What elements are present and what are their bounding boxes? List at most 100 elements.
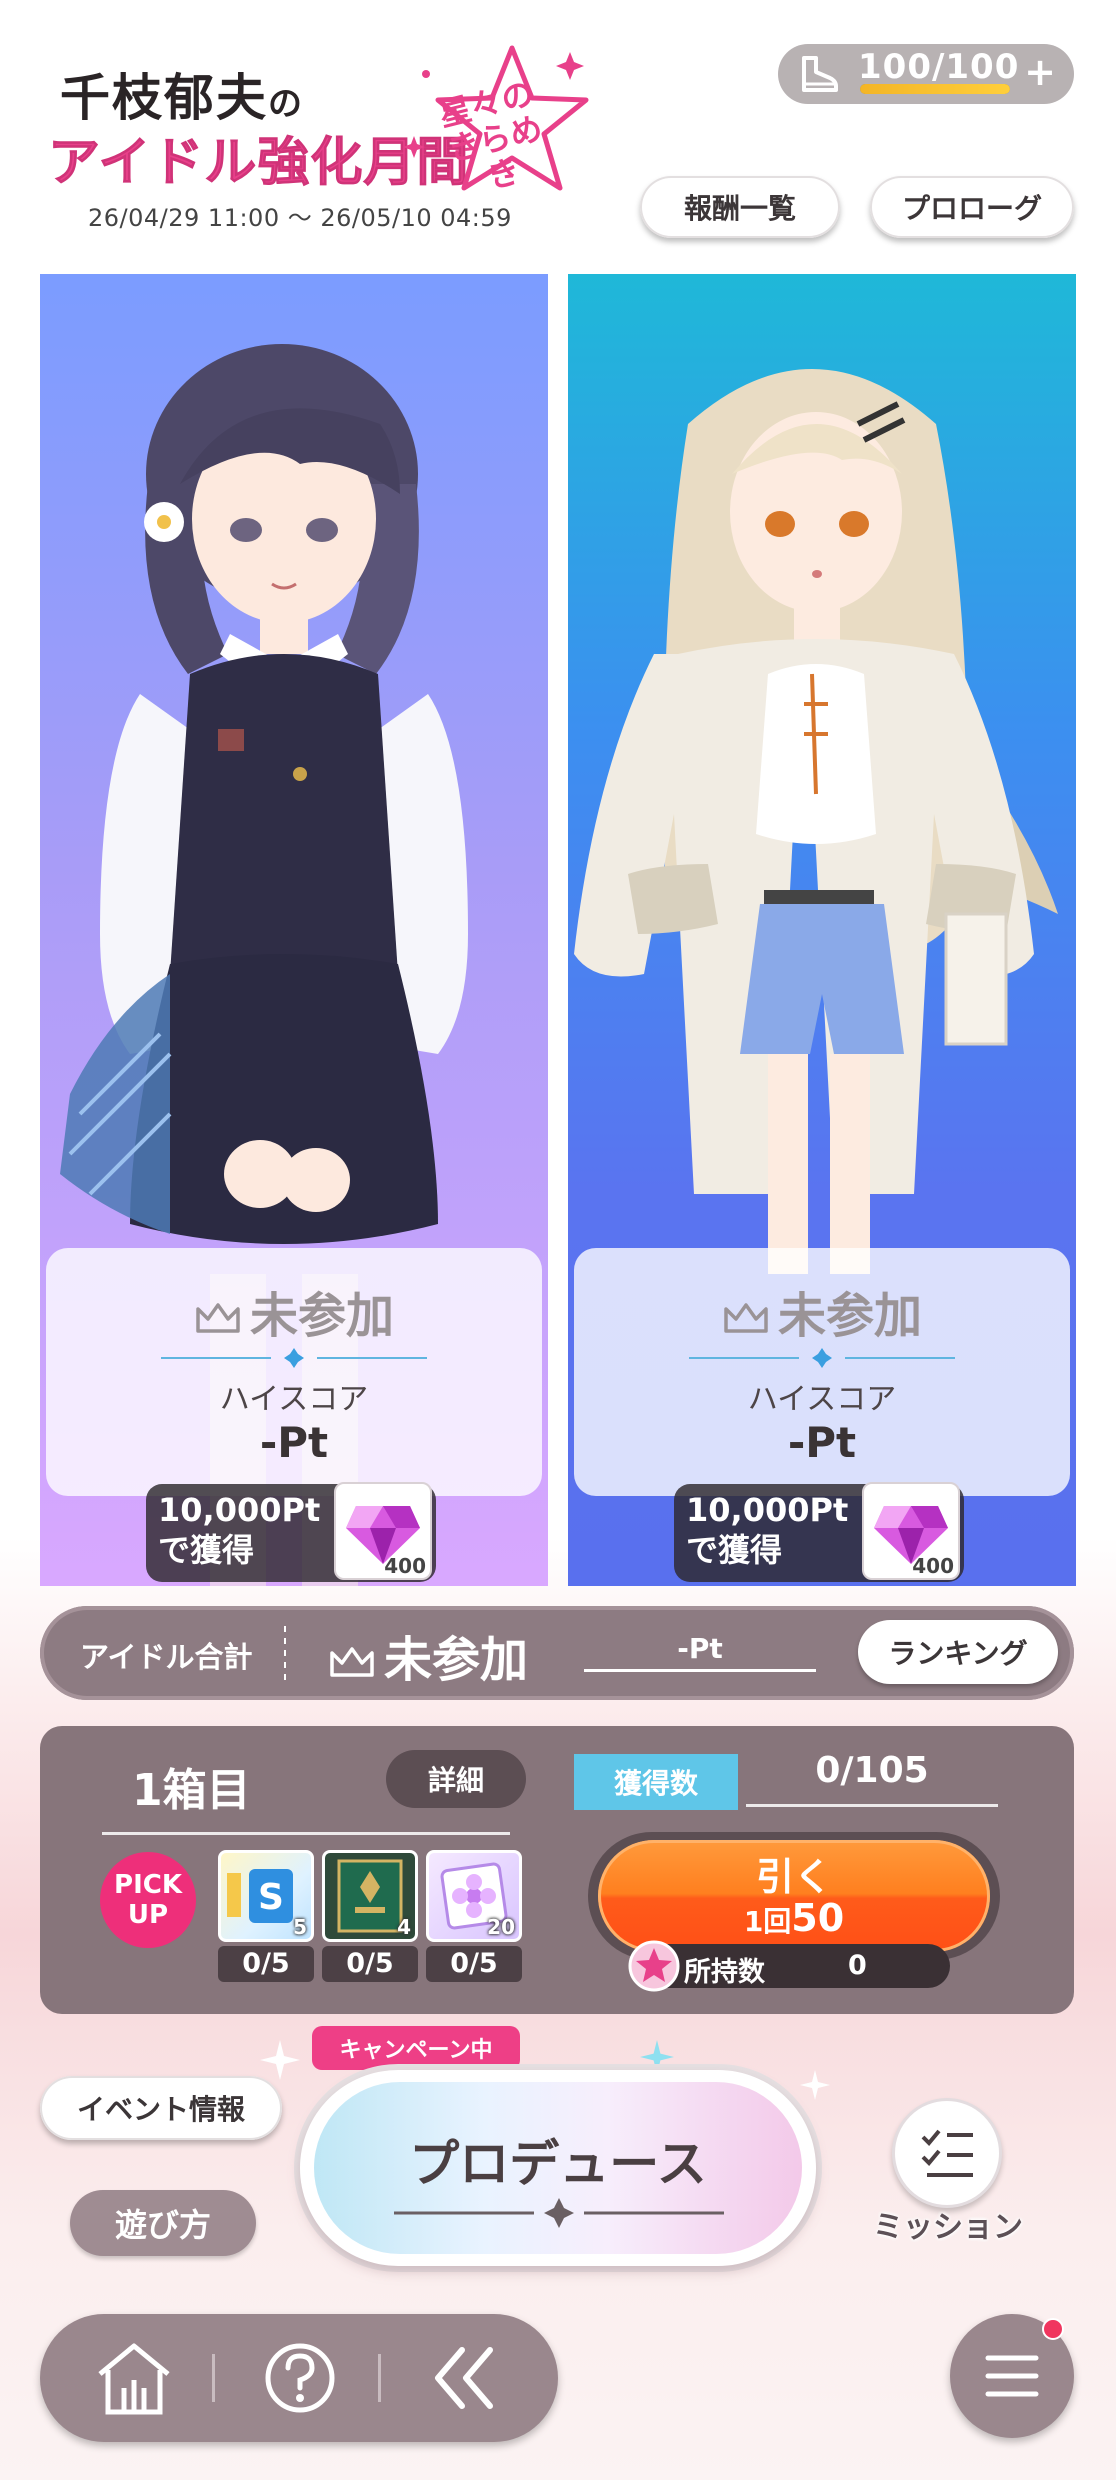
reward-threshold: 10,000Pt <box>158 1491 321 1529</box>
pickup-line2: UP <box>127 1900 169 1930</box>
bottom-nav <box>40 2314 558 2442</box>
logo-particle: の <box>268 84 304 124</box>
idol-card-left[interactable]: 未参加 ハイスコア -Pt 10,000Pt で獲得 400 <box>40 274 548 1586</box>
sparkle-icon <box>640 2040 674 2074</box>
stamina-value: 100/100 <box>858 47 1020 87</box>
event-info-button[interactable]: イベント情報 <box>40 2076 282 2140</box>
double-chevron-left-icon <box>435 2347 493 2409</box>
obtained-count-underline <box>746 1804 998 1807</box>
divider-star-icon <box>161 1348 427 1368</box>
divider-star-icon <box>689 1348 955 1368</box>
nav-separator <box>212 2354 215 2402</box>
idol-total-label: アイドル合計 <box>80 1640 253 1674</box>
rewards-list-button[interactable]: 報酬一覧 <box>640 176 840 238</box>
flower-card-item[interactable]: 20 0/5 <box>426 1850 522 1982</box>
total-points: -Pt <box>584 1632 816 1672</box>
logo-idol-name: 千枝郁夫 <box>60 68 268 127</box>
mission-button[interactable] <box>892 2098 1002 2208</box>
pickup-line1: PICK <box>114 1870 182 1900</box>
produce-button[interactable]: プロデュース <box>314 2082 802 2254</box>
shoe-icon <box>802 56 838 92</box>
draw-label: 引く <box>755 1855 832 1899</box>
item-badge: 4 <box>397 1915 411 1939</box>
ranking-button[interactable]: ランキング <box>858 1620 1058 1684</box>
home-icon <box>98 2343 170 2415</box>
crown-icon <box>196 1303 240 1333</box>
score-panel: 未参加 ハイスコア -Pt <box>574 1248 1070 1496</box>
reward-count: 400 <box>384 1554 426 1578</box>
stamina-gauge[interactable]: 100/100 + <box>778 44 1074 104</box>
draw-cost-prefix: 1回 <box>743 1905 792 1938</box>
high-score-label: ハイスコア <box>747 1382 897 1417</box>
detail-button[interactable]: 詳細 <box>386 1750 526 1808</box>
event-period: 26/04/29 11:00 ～ 26/05/10 04:59 <box>88 204 512 232</box>
poster-thumb: 4 <box>322 1850 418 1942</box>
nav-separator <box>378 2354 381 2402</box>
status-text: 未参加 <box>777 1288 922 1344</box>
reward-text: 10,000Pt で獲得 <box>158 1490 320 1570</box>
score-panel: 未参加 ハイスコア -Pt <box>46 1248 542 1496</box>
reward-caption: で獲得 <box>686 1531 783 1569</box>
item-count: 0/5 <box>426 1946 522 1982</box>
reward-threshold: 10,000Pt <box>686 1491 849 1529</box>
obtained-count-value: 0/105 <box>815 1750 929 1791</box>
poster-item[interactable]: 4 0/5 <box>322 1850 418 1982</box>
stamina-plus-icon[interactable]: + <box>1024 50 1056 94</box>
star-coin-icon <box>628 1940 680 1992</box>
support-card-thumb: S 5 <box>218 1850 314 1942</box>
campaign-badge: キャンペーン中 <box>312 2026 520 2070</box>
draw-button[interactable]: 引く 1回50 <box>598 1840 990 1952</box>
notification-dot <box>1042 2318 1064 2340</box>
score-reward-tag[interactable]: 10,000Pt で獲得 400 <box>146 1482 436 1582</box>
help-icon <box>265 2343 335 2413</box>
prologue-button[interactable]: プロローグ <box>870 176 1074 238</box>
checklist-icon <box>921 2129 973 2177</box>
high-score-value: -Pt <box>787 1418 857 1467</box>
obtained-count-label: 獲得数 <box>574 1754 738 1810</box>
participation-status: 未参加 <box>46 1276 542 1346</box>
back-button[interactable] <box>416 2328 516 2428</box>
score-reward-tag[interactable]: 10,000Pt で獲得 400 <box>674 1482 964 1582</box>
reward-item: 400 <box>334 1482 432 1580</box>
dotted-separator <box>284 1626 286 1680</box>
idol-card-right[interactable]: 未参加 ハイスコア -Pt 10,000Pt で獲得 400 <box>568 274 1076 1586</box>
idol-total-bar: アイドル合計 未参加 -Pt ランキング <box>40 1606 1074 1700</box>
help-button[interactable] <box>250 2328 350 2428</box>
crown-icon <box>724 1303 768 1333</box>
event-logo: 千枝郁夫の アイドル強化月間 星々の きらめき 26/04/29 11:00 ～… <box>40 40 589 232</box>
stamina-bar <box>860 84 1010 94</box>
box-title: 1箱目 <box>132 1765 251 1816</box>
item-badge: 5 <box>293 1915 307 1939</box>
draw-cost-value: 50 <box>791 1896 845 1940</box>
status-text: 未参加 <box>249 1288 394 1344</box>
owned-label: 所持数 <box>684 1957 765 1988</box>
draw-cost: 1回50 <box>598 1896 990 1940</box>
reward-count: 400 <box>912 1554 954 1578</box>
sparkle-icon <box>800 2070 830 2100</box>
sparkle-icon <box>260 2040 300 2080</box>
produce-label: プロデュース <box>409 2135 707 2193</box>
owned-value: 0 <box>848 1950 867 1981</box>
high-score-label: ハイスコア <box>219 1382 369 1417</box>
stamina-bar-fill <box>860 84 1010 94</box>
reward-text: 10,000Pt で獲得 <box>686 1490 848 1570</box>
participation-status: 未参加 <box>574 1276 1070 1346</box>
menu-button[interactable] <box>950 2314 1074 2438</box>
mission-label: ミッション <box>873 2210 1023 2245</box>
high-score-value: -Pt <box>259 1418 329 1467</box>
produce-button-frame: プロデュース <box>300 2070 816 2266</box>
svg-text:S: S <box>258 1877 284 1918</box>
home-button[interactable] <box>84 2328 184 2428</box>
box-gacha-panel: 1箱目 詳細 PICK UP S 5 0/5 4 0/5 20 0/5 獲得数 … <box>40 1726 1074 2014</box>
support-card-item[interactable]: S 5 0/5 <box>218 1850 314 1982</box>
item-count: 0/5 <box>322 1946 418 1982</box>
flower-card-thumb: 20 <box>426 1850 522 1942</box>
owned-count: 所持数 0 <box>628 1940 950 1992</box>
crown-icon <box>330 1647 374 1677</box>
pickup-badge: PICK UP <box>100 1852 196 1948</box>
total-status-text: 未参加 <box>384 1632 529 1688</box>
reward-item: 400 <box>862 1482 960 1580</box>
how-to-play-button[interactable]: 遊び方 <box>70 2190 256 2256</box>
total-status: 未参加 <box>328 1620 528 1690</box>
box-title-underline <box>102 1832 510 1835</box>
